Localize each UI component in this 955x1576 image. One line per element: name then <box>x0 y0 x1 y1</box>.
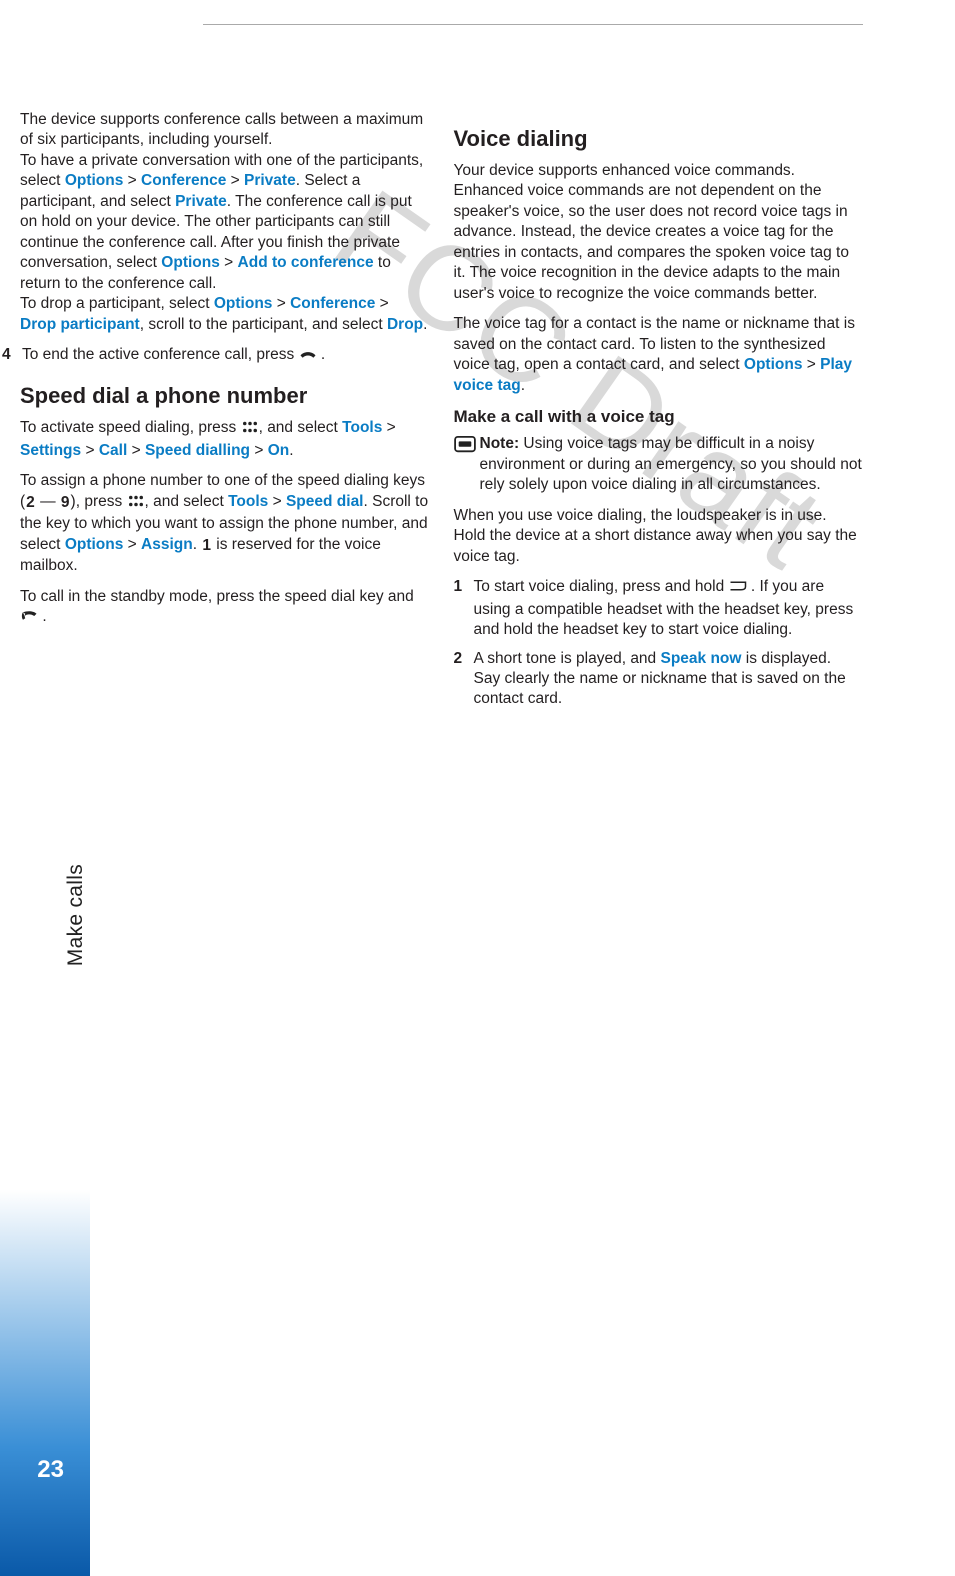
voice-p3: When you use voice dialing, the loudspea… <box>454 506 863 567</box>
step-1-row: 1 To start voice dialing, press and hold… <box>454 577 863 640</box>
speed-activate: To activate speed dialing, press , and s… <box>20 418 429 461</box>
speed-activate-period: . <box>289 442 293 459</box>
sep-gt4: > <box>272 295 290 312</box>
link-speed-dialling: Speed dialling <box>145 442 250 459</box>
step-2-number: 2 <box>454 649 474 710</box>
key-1-icon: 1 <box>201 536 212 556</box>
link-add-to-conference: Add to conference <box>238 254 374 271</box>
step-2-text: A short tone is played, and Speak now is… <box>474 649 863 710</box>
link-options-4: Options <box>65 536 124 553</box>
side-tab: Make calls 23 <box>0 718 90 1576</box>
conf-drop-b: , scroll to the participant, and select <box>140 316 387 333</box>
sep-gt3: > <box>220 254 238 271</box>
speed-activate-b: , and select <box>259 419 343 436</box>
right-column: Voice dialing Your device supports enhan… <box>454 110 863 718</box>
call-key-icon <box>20 609 38 629</box>
step-1-text: To start voice dialing, press and hold .… <box>474 577 863 640</box>
heading-voice-dialing: Voice dialing <box>454 124 863 153</box>
link-assign: Assign <box>141 536 193 553</box>
dash: — <box>36 493 60 510</box>
link-options-3: Options <box>214 295 273 312</box>
step-4-number: 4 <box>2 345 22 367</box>
link-conference-2: Conference <box>290 295 375 312</box>
step-4-a: To end the active conference call, press <box>22 346 299 363</box>
key-9-icon: 9 <box>60 493 71 513</box>
link-speak-now: Speak now <box>660 650 741 667</box>
conf-drop-c: . <box>423 316 427 333</box>
speed-call-standby: To call in the standby mode, press the s… <box>20 587 429 630</box>
sep-gt11: > <box>123 536 141 553</box>
speed-call-period: . <box>42 608 46 625</box>
sep-gt9: > <box>250 442 268 459</box>
note-row: Note: Using voice tags may be difficult … <box>454 434 863 495</box>
step-4-period: . <box>321 346 325 363</box>
link-on: On <box>268 442 290 459</box>
menu-key-icon <box>241 420 259 440</box>
link-tools: Tools <box>342 419 382 436</box>
link-options-5: Options <box>744 356 803 373</box>
conf-paragraph: The device supports conference calls bet… <box>20 110 429 335</box>
sep-gt5: > <box>375 295 388 312</box>
conf-drop-a: To drop a participant, select <box>20 295 214 312</box>
step-4-row: 4 To end the active conference call, pre… <box>2 345 429 367</box>
content-columns: The device supports conference calls bet… <box>0 110 862 718</box>
speed-call-a: To call in the standby mode, press the s… <box>20 588 414 605</box>
link-conference: Conference <box>141 172 226 189</box>
link-options: Options <box>65 172 124 189</box>
sep-gt12: > <box>802 356 820 373</box>
link-tools-2: Tools <box>228 493 268 510</box>
note-body: Using voice tags may be difficult in a n… <box>480 435 862 493</box>
sep-gt6: > <box>382 419 395 436</box>
voice-p2: The voice tag for a contact is the name … <box>454 314 863 396</box>
right-softkey-icon <box>729 579 747 599</box>
page-body: The device supports conference calls bet… <box>0 0 955 718</box>
heading-speed-dial: Speed dial a phone number <box>20 381 429 410</box>
link-call: Call <box>99 442 127 459</box>
sep-gt2: > <box>226 172 244 189</box>
note-icon <box>454 434 480 495</box>
link-drop: Drop <box>387 316 423 333</box>
step-1-number: 1 <box>454 577 474 640</box>
note-bold: Note: <box>480 435 520 452</box>
conf-intro: The device supports conference calls bet… <box>20 111 423 148</box>
speed-assign-sel: , and select <box>145 493 229 510</box>
speed-assign-b: ), press <box>71 493 127 510</box>
link-speed-dial: Speed dial <box>286 493 364 510</box>
voice-p1: Your device supports enhanced voice comm… <box>454 161 863 304</box>
top-rule <box>203 24 863 25</box>
note-text: Note: Using voice tags may be difficult … <box>480 434 863 495</box>
step-1-a: To start voice dialing, press and hold <box>474 578 729 595</box>
sep-gt8: > <box>127 442 145 459</box>
link-private-2: Private <box>175 193 227 210</box>
left-column: The device supports conference calls bet… <box>20 110 429 718</box>
speed-activate-a: To activate speed dialing, press <box>20 419 241 436</box>
menu-key-icon-2 <box>127 494 145 514</box>
link-drop-participant: Drop participant <box>20 316 140 333</box>
step-2-row: 2 A short tone is played, and Speak now … <box>454 649 863 710</box>
sep-gt7: > <box>81 442 99 459</box>
page-number: 23 <box>37 1454 64 1486</box>
step-4-text: To end the active conference call, press… <box>22 345 429 367</box>
step-2-a: A short tone is played, and <box>474 650 661 667</box>
heading-make-call-voice-tag: Make a call with a voice tag <box>454 406 863 428</box>
sep-gt1: > <box>123 172 141 189</box>
sep-gt10: > <box>268 493 286 510</box>
link-options-2: Options <box>161 254 220 271</box>
key-2-icon: 2 <box>25 493 36 513</box>
side-section-label: Make calls <box>62 864 90 966</box>
link-settings: Settings <box>20 442 81 459</box>
speed-assign-d: . <box>193 536 202 553</box>
voice-p2-b: . <box>521 377 525 394</box>
end-call-key-icon <box>299 347 317 367</box>
speed-assign: To assign a phone number to one of the s… <box>20 471 429 576</box>
link-private: Private <box>244 172 296 189</box>
